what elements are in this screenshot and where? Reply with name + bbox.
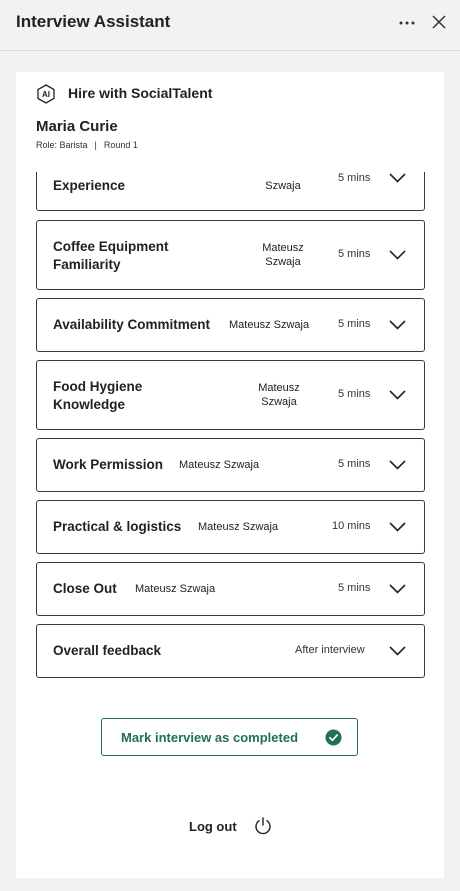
section-label: Experience	[53, 178, 126, 193]
section-label: Work Permission	[53, 457, 164, 472]
top-bar: Interview Assistant	[0, 0, 460, 51]
section-label: Availability Commitment	[53, 317, 211, 332]
section-coffee-equipment[interactable]: Coffee Equipment Familiarity Mateusz Szw…	[36, 220, 425, 290]
section-label: Coffee Equipment Familiarity	[53, 239, 169, 272]
chevron-down-icon[interactable]	[389, 250, 406, 260]
section-duration: After interview	[295, 644, 365, 656]
section-duration: 5 mins	[338, 582, 371, 594]
section-interviewer: Mateusz Szwaja	[179, 459, 260, 471]
chevron-down-icon[interactable]	[389, 460, 406, 470]
section-overall-feedback[interactable]: Overall feedback After interview	[36, 624, 425, 678]
chevron-down-icon[interactable]	[389, 584, 406, 594]
check-circle-icon	[325, 729, 342, 746]
chevron-down-icon[interactable]	[389, 646, 406, 656]
section-label: Close Out	[53, 581, 117, 596]
ai-icon-text: AI	[42, 90, 50, 99]
section-food-hygiene[interactable]: Food Hygiene Knowledge Mateusz Szwaja 5 …	[36, 360, 425, 430]
section-experience[interactable]: Experience Szwaja 5 mins	[36, 172, 425, 211]
chevron-down-icon[interactable]	[389, 173, 406, 183]
section-interviewer: Szwaja	[265, 180, 301, 192]
section-interviewer: Mateusz Szwaja	[135, 583, 216, 595]
mark-completed-button[interactable]: Mark interview as completed	[101, 718, 358, 756]
chevron-down-icon[interactable]	[389, 522, 406, 532]
candidate-name: Maria Curie	[36, 118, 118, 135]
section-duration: 5 mins	[338, 172, 371, 184]
mark-completed-label: Mark interview as completed	[121, 730, 299, 745]
section-close-out[interactable]: Close Out Mateusz Szwaja 5 mins	[36, 562, 425, 616]
interview-round: Round 1	[103, 140, 138, 150]
close-icon[interactable]	[430, 13, 448, 31]
section-availability[interactable]: Availability Commitment Mateusz Szwaja 5…	[36, 298, 425, 352]
section-list: Experience Szwaja 5 mins Coffee Equipmen…	[36, 172, 425, 692]
window-title: Interview Assistant	[16, 12, 171, 31]
brand-name: Hire with SocialTalent	[68, 85, 213, 101]
section-interviewer: Mateusz Szwaja	[258, 382, 300, 408]
section-interviewer: Mateusz Szwaja	[198, 521, 279, 533]
logout-label: Log out	[189, 819, 237, 834]
logout-button[interactable]: Log out	[189, 816, 279, 838]
chevron-down-icon[interactable]	[389, 320, 406, 330]
ai-icon: AI	[37, 84, 55, 104]
section-duration: 5 mins	[338, 458, 371, 470]
chevron-down-icon[interactable]	[389, 390, 406, 400]
section-label: Practical & logistics	[53, 519, 182, 534]
candidate-meta: Role: Barista | Round 1	[36, 140, 138, 150]
candidate-role: Role: Barista	[36, 140, 88, 150]
more-options-icon[interactable]	[397, 13, 417, 33]
assistant-panel: AI Hire with SocialTalent Maria Curie Ro…	[16, 72, 444, 878]
section-duration: 5 mins	[338, 248, 371, 260]
section-duration: 10 mins	[332, 520, 371, 532]
section-label: Overall feedback	[53, 643, 162, 658]
section-practical-logistics[interactable]: Practical & logistics Mateusz Szwaja 10 …	[36, 500, 425, 554]
section-interviewer: Mateusz Szwaja	[262, 242, 304, 268]
section-work-permission[interactable]: Work Permission Mateusz Szwaja 5 mins	[36, 438, 425, 492]
power-icon	[255, 817, 271, 835]
meta-separator: |	[94, 140, 97, 150]
section-interviewer: Mateusz Szwaja	[229, 319, 310, 331]
section-label: Food Hygiene Knowledge	[53, 379, 143, 412]
section-duration: 5 mins	[338, 318, 371, 330]
section-duration: 5 mins	[338, 388, 371, 400]
